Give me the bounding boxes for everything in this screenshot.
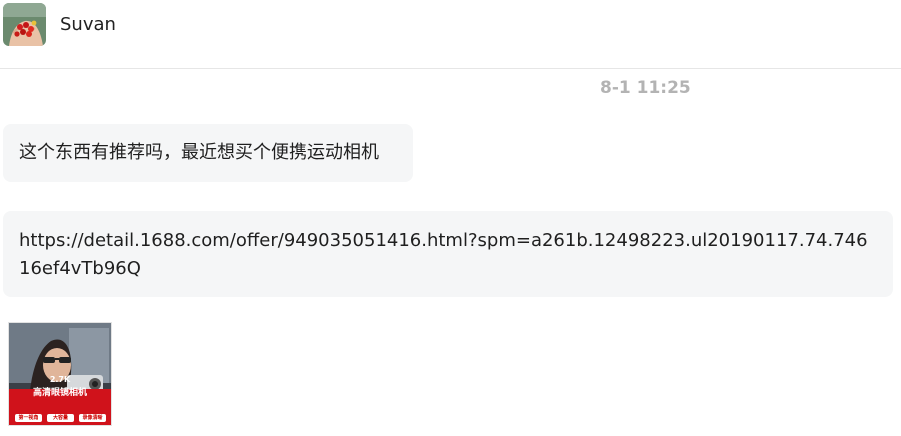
contact-name[interactable]: Suvan xyxy=(60,14,116,35)
chat-header: Suvan xyxy=(0,0,901,69)
product-title-label: 高清眼镜相机 xyxy=(32,388,87,398)
product-resolution-label: 2.7K xyxy=(49,375,71,384)
message-bubble[interactable]: 这个东西有推荐吗，最近想买个便携运动相机 xyxy=(3,124,413,182)
avatar-image xyxy=(3,3,46,46)
product-badge: 第一视角 xyxy=(15,414,42,422)
message-bubble-link[interactable]: https://detail.1688.com/offer/9490350514… xyxy=(3,211,893,297)
contact-avatar[interactable] xyxy=(3,3,46,46)
product-badge: 大容量 xyxy=(47,414,74,422)
product-image-message[interactable]: 2.7K 高清眼镜相机 第一视角 大容量 录像清晰 xyxy=(8,322,112,426)
product-badge: 录像清晰 xyxy=(79,414,106,422)
message-text: 这个东西有推荐吗，最近想买个便携运动相机 xyxy=(19,142,379,163)
message-timestamp: 8-1 11:25 xyxy=(600,78,691,98)
message-link[interactable]: https://detail.1688.com/offer/9490350514… xyxy=(19,230,868,279)
